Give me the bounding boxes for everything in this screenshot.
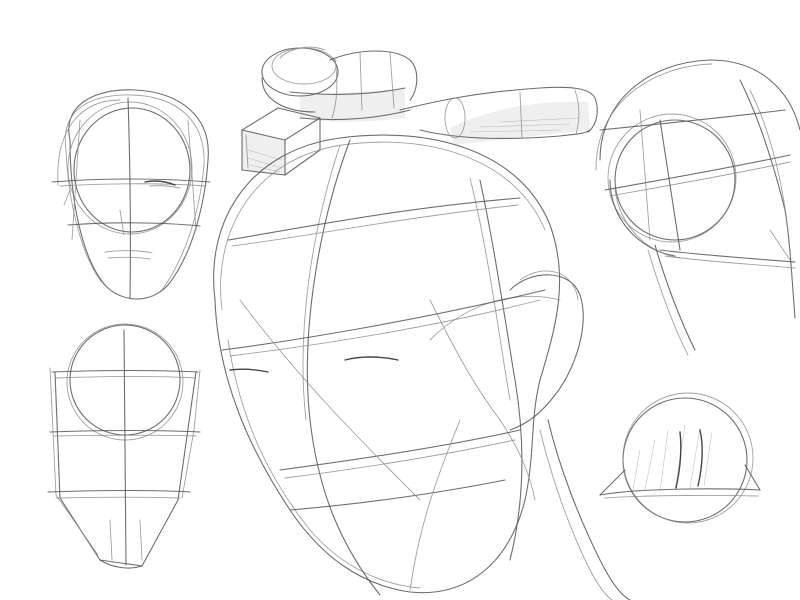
head-front-view-top-left — [51, 89, 211, 300]
tube-and-box-study-top-center — [241, 46, 598, 176]
head-three-quarter-view-center — [213, 134, 631, 600]
head-front-view-bottom-left — [47, 323, 201, 569]
drawing-canvas[interactable] — [0, 0, 800, 600]
sphere-with-plane-bottom-right — [599, 392, 761, 524]
head-side-view-top-right — [595, 59, 800, 356]
